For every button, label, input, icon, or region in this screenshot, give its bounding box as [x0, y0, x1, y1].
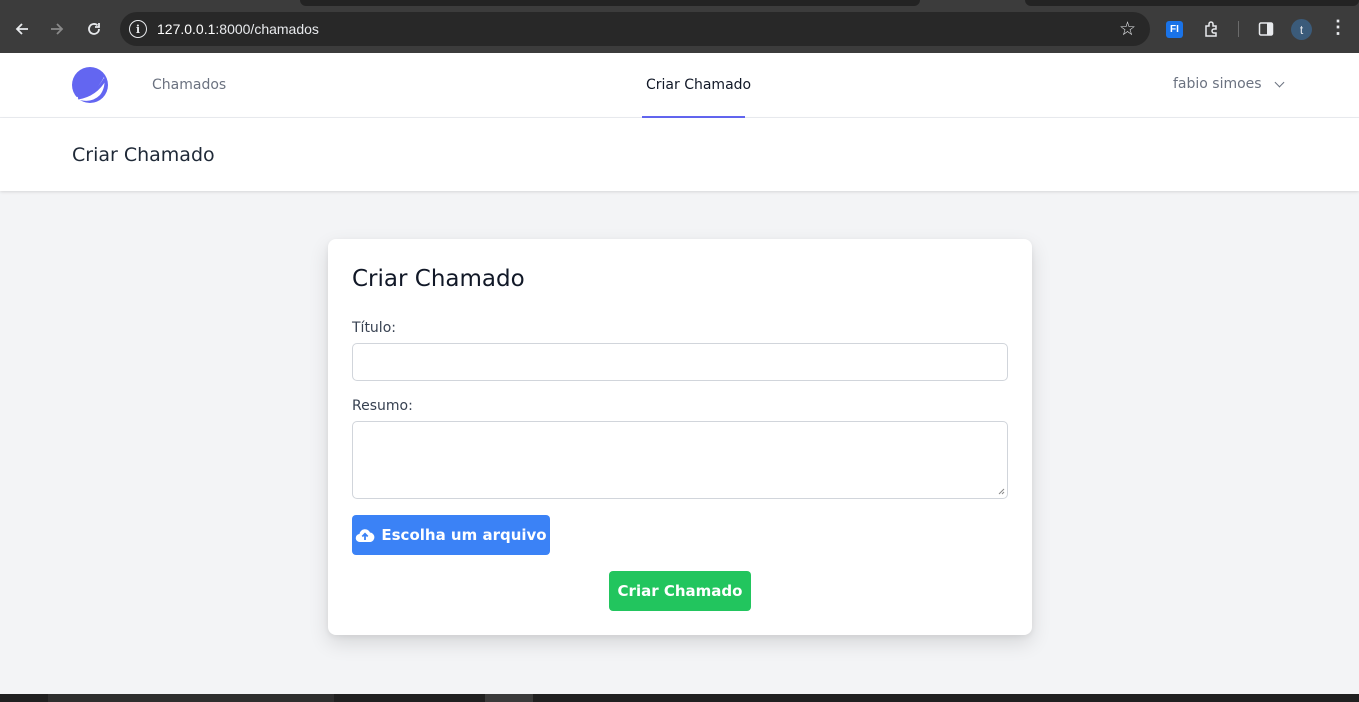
titulo-input[interactable] [352, 343, 1008, 381]
site-info-icon[interactable]: i [129, 20, 147, 38]
resumo-textarea[interactable] [352, 421, 1008, 499]
taskbar-item[interactable] [485, 694, 533, 702]
taskbar-item[interactable] [48, 694, 334, 702]
user-menu[interactable]: fabio simoes [1173, 76, 1285, 92]
page-header: Criar Chamado [0, 118, 1359, 191]
tab-strip-edge [1025, 0, 1359, 6]
back-arrow-icon[interactable] [7, 14, 37, 44]
app-logo-icon[interactable] [72, 67, 108, 103]
toolbar-separator [1238, 21, 1239, 37]
extension-fi-icon[interactable]: FI [1166, 21, 1183, 38]
user-name: fabio simoes [1173, 76, 1262, 92]
resize-handle-icon[interactable] [997, 487, 1005, 495]
resumo-label: Resumo: [352, 398, 413, 414]
choose-file-label: Escolha um arquivo [381, 526, 547, 544]
create-ticket-button[interactable]: Criar Chamado [609, 571, 751, 611]
cloud-upload-icon [356, 529, 375, 543]
os-taskbar [0, 694, 1359, 702]
page-title: Criar Chamado [72, 144, 215, 166]
side-panel-icon[interactable] [1256, 19, 1276, 39]
create-ticket-card: Criar Chamado Título: Resumo: Escolha um… [328, 239, 1032, 635]
url-text[interactable]: 127.0.0.1:8000/chamados [157, 21, 319, 37]
form-title: Criar Chamado [352, 266, 525, 292]
nav-link-criar-chamado[interactable]: Criar Chamado [646, 77, 751, 93]
reload-icon[interactable] [79, 14, 109, 44]
nav-link-chamados[interactable]: Chamados [152, 77, 226, 93]
forward-arrow-icon[interactable] [42, 14, 72, 44]
app-navbar: Chamados Criar Chamado fabio simoes [0, 53, 1359, 118]
extensions-puzzle-icon[interactable] [1202, 19, 1222, 39]
url-host: 127.0.0.1 [157, 21, 216, 37]
address-bar[interactable]: i 127.0.0.1:8000/chamados ☆ [120, 12, 1150, 46]
profile-avatar[interactable]: t [1291, 19, 1312, 40]
browser-toolbar: i 127.0.0.1:8000/chamados ☆ FI t ⋮ [0, 0, 1359, 53]
titulo-label: Título: [352, 320, 396, 336]
choose-file-button[interactable]: Escolha um arquivo [352, 515, 550, 555]
browser-menu-icon[interactable]: ⋮ [1329, 17, 1347, 38]
url-path: :8000/chamados [215, 21, 319, 37]
tab-strip-edge [300, 0, 920, 6]
bookmark-star-icon[interactable]: ☆ [1119, 18, 1136, 41]
chevron-down-icon [1274, 77, 1285, 87]
